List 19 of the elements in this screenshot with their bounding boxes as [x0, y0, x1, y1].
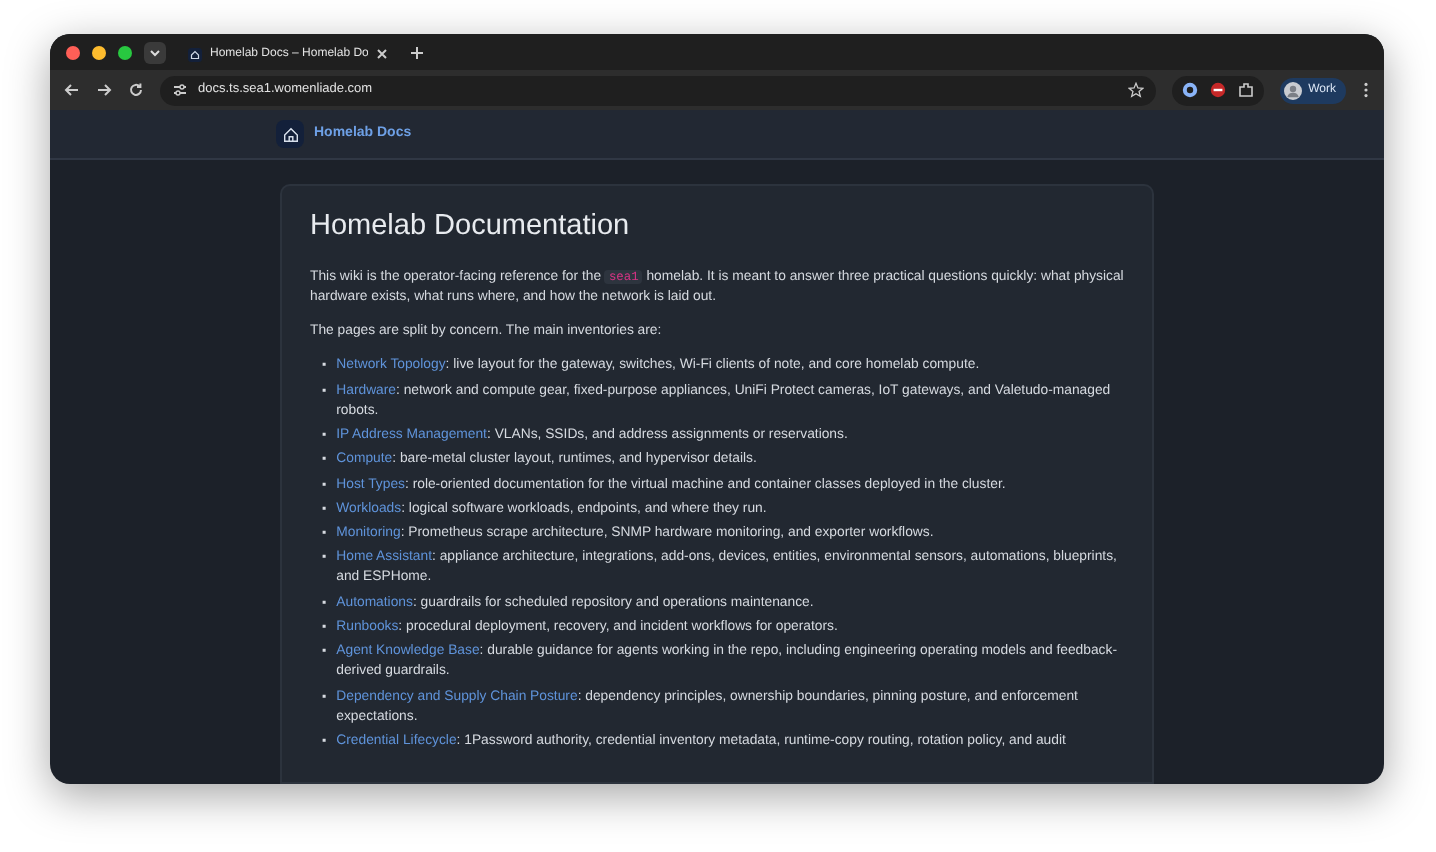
forward-icon[interactable]	[96, 82, 112, 98]
minimize-window-icon[interactable]	[92, 45, 106, 59]
back-icon[interactable]	[64, 82, 80, 98]
page-heading: Homelab Documentation	[310, 210, 632, 245]
extension-icon[interactable]	[1182, 82, 1199, 98]
new-tab-icon[interactable]	[410, 45, 425, 59]
puzzle-icon[interactable]	[1238, 82, 1255, 98]
tab-search-icon[interactable]	[144, 41, 166, 63]
maximize-window-icon[interactable]	[118, 45, 132, 59]
house-icon	[188, 47, 202, 61]
reload-icon[interactable]	[128, 82, 144, 98]
site-settings-icon[interactable]	[172, 82, 188, 98]
avatar-icon	[1284, 81, 1303, 99]
close-icon[interactable]	[376, 48, 389, 60]
menu-icon[interactable]	[1362, 82, 1370, 98]
star-icon[interactable]	[1128, 82, 1145, 98]
house-logo-icon[interactable]	[276, 120, 304, 148]
close-window-icon[interactable]	[66, 45, 80, 59]
block-icon[interactable]	[1210, 82, 1227, 98]
